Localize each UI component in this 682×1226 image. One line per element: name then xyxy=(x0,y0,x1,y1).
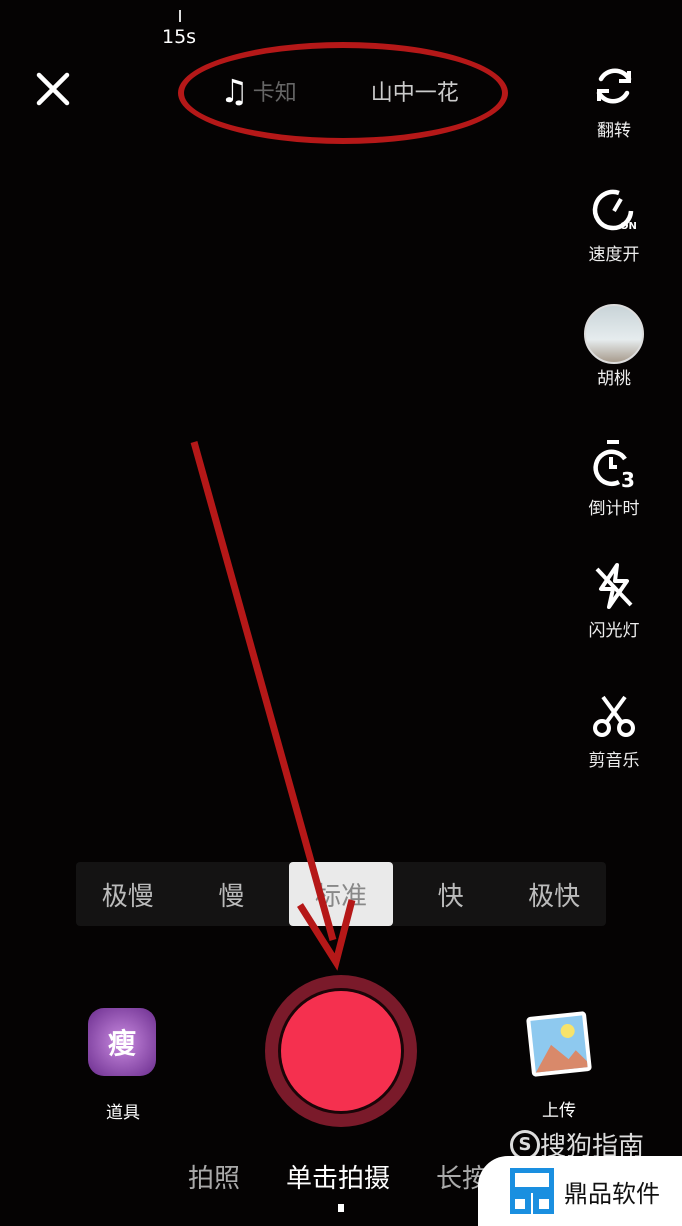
props-label: 道具 xyxy=(106,1103,140,1123)
props-icon: 瘦 xyxy=(88,1008,156,1076)
upload-label: 上传 xyxy=(542,1101,576,1121)
upload-button[interactable]: 上传 xyxy=(522,1008,596,1121)
mode-tap-record[interactable]: 单击拍摄 xyxy=(286,1158,390,1195)
record-button[interactable] xyxy=(265,975,417,1127)
props-button[interactable]: 瘦 道具 xyxy=(88,1008,158,1123)
sogou-logo-icon: S xyxy=(510,1129,540,1160)
dingpin-logo-icon xyxy=(510,1168,554,1214)
mode-indicator xyxy=(338,1204,344,1212)
gallery-icon xyxy=(526,1011,592,1077)
mode-photo[interactable]: 拍照 xyxy=(188,1158,240,1195)
dingpin-watermark: 鼎品软件 xyxy=(478,1156,682,1226)
